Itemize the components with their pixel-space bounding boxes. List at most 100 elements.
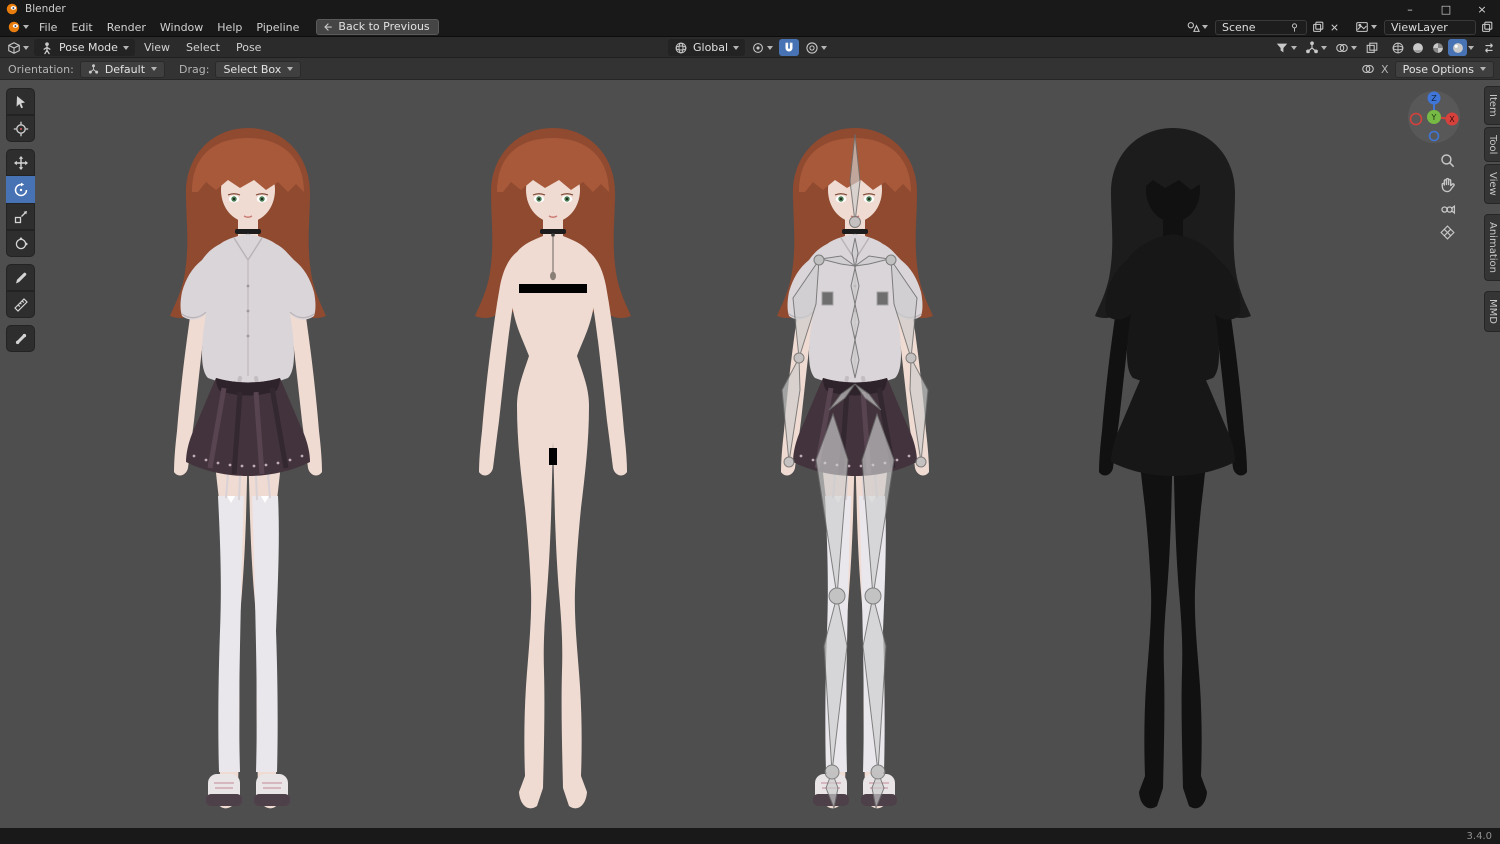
tool-move[interactable] <box>6 149 35 176</box>
drag-label: Drag: <box>179 62 210 76</box>
svg-text:Y: Y <box>1431 113 1437 122</box>
show-overlays-button[interactable] <box>1332 39 1360 56</box>
left-toolbar <box>6 88 35 352</box>
chevron-down-icon <box>1351 45 1357 50</box>
window-title: Blender <box>25 3 66 15</box>
chevron-down-icon[interactable] <box>1468 45 1474 50</box>
proportional-edit-icon <box>805 41 819 55</box>
viewlayer-browse-button[interactable] <box>1352 19 1380 36</box>
sidebar-tabs: Item Tool View Animation MMD <box>1484 86 1500 334</box>
transform-orientation-dropdown[interactable]: Global <box>668 39 746 56</box>
gizmo-icon <box>1305 40 1319 55</box>
editor-3d-viewport-icon <box>7 41 21 55</box>
model-clothed[interactable] <box>88 126 408 816</box>
chevron-down-icon <box>23 25 29 29</box>
menu-window[interactable]: Window <box>153 20 210 35</box>
new-scene-icon[interactable] <box>1311 20 1325 34</box>
tab-item[interactable]: Item <box>1484 86 1500 125</box>
model-armature[interactable] <box>695 126 1015 816</box>
tab-mmd[interactable]: MMD <box>1484 290 1500 332</box>
minimize-button[interactable]: – <box>1392 0 1428 18</box>
tab-animation[interactable]: Animation <box>1484 213 1500 281</box>
viewlayer-icon <box>1355 20 1369 34</box>
blender-icon <box>7 20 21 34</box>
chevron-down-icon <box>151 67 158 71</box>
pivot-icon <box>751 41 765 55</box>
chevron-down-icon <box>1371 25 1377 29</box>
menu-render[interactable]: Render <box>100 20 153 35</box>
mirror-icon[interactable] <box>1361 62 1375 76</box>
navigation-gizmo[interactable]: Z Y X <box>1406 88 1462 144</box>
snap-toggle-button[interactable] <box>779 39 800 56</box>
tool-rotate[interactable] <box>6 176 35 203</box>
pivot-point-button[interactable] <box>748 39 776 56</box>
unlink-scene-icon[interactable] <box>1329 22 1340 33</box>
tab-tool[interactable]: Tool <box>1484 126 1500 163</box>
menu-file[interactable]: File <box>32 20 64 35</box>
pin-icon[interactable] <box>1289 22 1300 33</box>
chevron-down-icon <box>1202 25 1208 29</box>
tool-transform[interactable] <box>6 230 35 257</box>
status-bar: 3.4.0 <box>0 828 1500 844</box>
axis-icon <box>88 63 99 75</box>
model-wireframe[interactable] <box>1013 126 1333 816</box>
shading-rendered-button[interactable] <box>1448 39 1467 56</box>
tool-cursor-3d[interactable] <box>6 115 35 142</box>
camera-view-icon[interactable] <box>1439 200 1456 217</box>
svg-text:X: X <box>1449 115 1455 124</box>
drag-dropdown[interactable]: Select Box <box>215 60 302 78</box>
blender-logo-icon <box>5 2 19 16</box>
menu-select[interactable]: Select <box>179 40 227 55</box>
rendered-sphere-icon <box>1451 41 1465 55</box>
scene-browse-button[interactable] <box>1183 19 1211 36</box>
scene-name-field[interactable]: Scene <box>1215 19 1307 35</box>
xray-toggle-button[interactable] <box>1362 39 1382 56</box>
orientation-dropdown[interactable]: Default <box>79 60 166 78</box>
blender-menu-button[interactable] <box>4 19 32 36</box>
menu-view[interactable]: View <box>137 40 177 55</box>
shading-mode-group <box>1388 39 1474 56</box>
tool-scale[interactable] <box>6 203 35 230</box>
menu-help[interactable]: Help <box>210 20 249 35</box>
pose-options-button[interactable]: Pose Options <box>1394 60 1494 78</box>
shading-material-button[interactable] <box>1428 39 1447 56</box>
ortho-grid-icon[interactable] <box>1439 224 1456 241</box>
menu-edit[interactable]: Edit <box>64 20 99 35</box>
maximize-button[interactable]: □ <box>1428 0 1464 18</box>
viewlayer-name-field[interactable]: ViewLayer <box>1384 19 1476 35</box>
chevron-down-icon <box>821 45 828 50</box>
wireframe-sphere-icon <box>1391 41 1405 55</box>
editor-type-button[interactable] <box>4 39 32 56</box>
proportional-editing-button[interactable] <box>802 39 830 56</box>
swap-arrows-icon[interactable] <box>1482 41 1496 55</box>
skirt <box>1111 378 1235 476</box>
tool-measure[interactable] <box>6 291 35 318</box>
overlays-icon <box>1335 41 1349 55</box>
model-body[interactable] <box>393 126 713 816</box>
chevron-down-icon <box>1480 67 1486 71</box>
chevron-down-icon <box>287 67 294 71</box>
3d-viewport[interactable]: Z Y X Item Tool View Animation MMD <box>0 80 1500 828</box>
menu-pose[interactable]: Pose <box>229 40 268 55</box>
tool-annotate[interactable] <box>6 264 35 291</box>
close-button[interactable]: × <box>1464 0 1500 18</box>
svg-text:Z: Z <box>1431 94 1437 103</box>
pan-hand-icon[interactable] <box>1439 176 1456 193</box>
shading-solid-button[interactable] <box>1408 39 1427 56</box>
back-to-previous-button[interactable]: Back to Previous <box>316 19 439 35</box>
visibility-filter-button[interactable] <box>1272 39 1300 56</box>
filter-funnel-icon <box>1275 41 1289 55</box>
blender-version: 3.4.0 <box>1466 830 1492 842</box>
body <box>510 216 596 809</box>
shading-wireframe-button[interactable] <box>1388 39 1407 56</box>
pose-mode-icon <box>40 41 54 55</box>
zoom-icon[interactable] <box>1439 152 1456 169</box>
tab-view[interactable]: View <box>1484 164 1500 204</box>
xray-icon <box>1365 41 1379 55</box>
tool-pose-breakdowner[interactable] <box>6 325 35 352</box>
show-gizmo-button[interactable] <box>1302 39 1330 56</box>
new-viewlayer-icon[interactable] <box>1480 20 1494 34</box>
tool-tweak-select[interactable] <box>6 88 35 115</box>
mode-dropdown[interactable]: Pose Mode <box>34 39 135 56</box>
menu-pipeline[interactable]: Pipeline <box>249 20 306 35</box>
